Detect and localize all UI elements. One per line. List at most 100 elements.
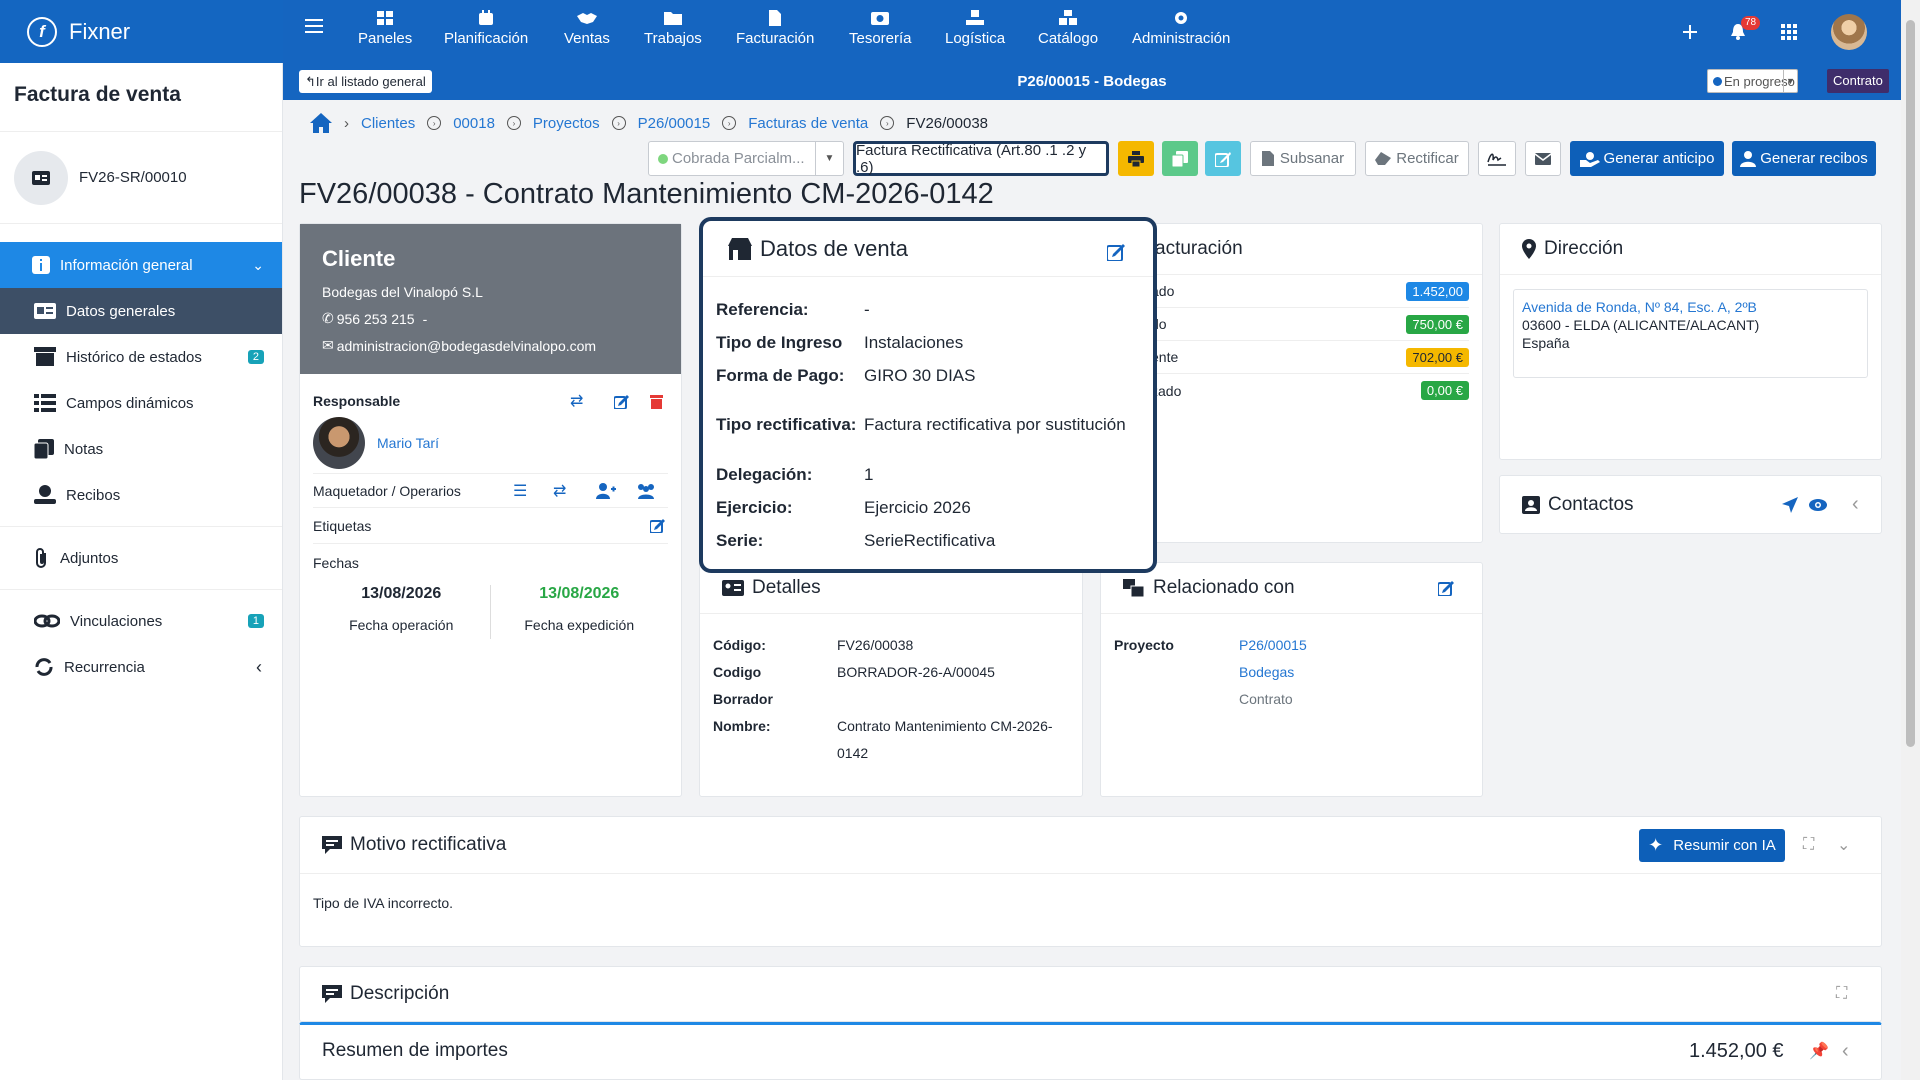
breadcrumb-clientes[interactable]: Clientes [361,115,415,132]
sidebar-item-label: Campos dinámicos [66,394,194,412]
nav-label: Paneles [358,30,413,47]
fechas-section: Fechas 13/08/2026 Fecha operación 13/08/… [313,543,668,639]
relacionado-project-link[interactable]: P26/00015 [1239,632,1307,659]
responsable-name[interactable]: Mario Tarí [377,435,439,451]
vinculaciones-count: 1 [247,614,264,628]
client-email[interactable]: administracion@bodegasdelvinalopo.com [337,338,596,354]
contact-book-icon [1522,495,1540,514]
nav-facturacion[interactable]: Facturación [736,10,814,47]
nav-label: Logística [945,30,1006,47]
breadcrumb-project[interactable]: P26/00015 [638,115,711,132]
brand[interactable]: f Fixner [0,0,283,63]
copy-button[interactable] [1162,141,1198,176]
signature-button[interactable] [1478,141,1516,176]
breadcrumb-separator-icon: › [880,116,895,130]
expand-icon[interactable]: ⛶ [1836,985,1847,1003]
sidebar-item-historico[interactable]: Histórico de estados 2 [0,334,282,380]
sidebar-item-recibos[interactable]: Recibos [0,472,282,518]
resumir-ia-button[interactable]: ✦ Resumir con IA [1639,829,1785,862]
menu-toggle-icon[interactable] [305,19,323,33]
edit-icon[interactable] [650,518,665,533]
top-navbar: f Fixner Paneles Planificación Ventas Tr… [0,0,1920,63]
invoice-type-button[interactable]: Factura Rectificativa (Art.80 .1 .2 y .6… [853,141,1109,176]
nav-label: Tesorería [849,30,912,47]
pin-icon[interactable]: 📌 [1809,1041,1829,1061]
sidebar-item-adjuntos[interactable]: Adjuntos [0,535,282,581]
user-avatar[interactable] [1831,0,1867,63]
datos-venta-row: Ejercicio: Ejercicio 2026 [716,491,1153,524]
datos-venta-value: - [864,299,870,319]
print-button[interactable] [1118,141,1154,176]
edit-icon[interactable] [1438,580,1454,596]
generar-anticipo-button[interactable]: Generar anticipo [1570,141,1724,176]
expand-icon[interactable]: ⛶ [1803,836,1814,854]
breadcrumb-client-code[interactable]: 00018 [453,115,495,132]
sidebar-item-datos-generales[interactable]: Datos generales [0,288,282,334]
email-button[interactable] [1525,141,1561,176]
sidebar-item-label: Recibos [66,486,121,504]
sidebar-item-notas[interactable]: Notas [0,426,282,472]
nav-administracion[interactable]: Administración [1132,10,1230,47]
edit-button[interactable] [1205,141,1241,176]
relacionado-client-link[interactable]: Bodegas [1239,659,1307,686]
sidebar-item-campos-dinamicos[interactable]: Campos dinámicos [0,380,282,426]
add-icon[interactable] [1682,0,1698,63]
users-icon[interactable] [636,483,656,499]
calendar-icon [479,10,494,25]
trash-icon[interactable] [650,394,663,409]
edit-icon[interactable] [614,394,629,409]
eye-icon[interactable] [1809,498,1827,511]
resumir-ia-label: Resumir con IA [1673,837,1776,854]
datos-venta-key: Tipo de Ingreso [716,332,843,352]
copy-icon [1172,150,1188,167]
notifications[interactable]: 78 [1730,0,1761,63]
nav-ventas[interactable]: Ventas [564,10,610,47]
print-icon [1128,150,1144,167]
detalles-row: Codigo Borrador BORRADOR-26-A/00045 [713,659,1082,713]
breadcrumb-facturas[interactable]: Facturas de venta [748,115,868,132]
reassign-icon[interactable]: ⇄ [553,481,566,501]
address-line1[interactable]: Avenida de Ronda, Nº 84, Esc. A, 2ºB [1522,298,1859,316]
list-icon[interactable]: ☰ [513,481,527,501]
send-icon[interactable] [1782,496,1798,513]
user-plus-icon[interactable] [596,482,616,499]
nav-planificacion[interactable]: Planificación [444,10,528,47]
home-icon[interactable] [310,113,332,133]
scrollbar[interactable] [1901,0,1920,1080]
status-label: Cobrada Parcialm... [672,150,805,167]
sidebar-item-recurrencia[interactable]: Recurrencia ‹ [0,644,282,690]
nav-tesoreria[interactable]: Tesorería [849,10,912,47]
chevron-down-icon[interactable]: ⌄ [1837,835,1850,855]
datos-venta-value: Instalaciones [864,332,964,352]
nav-paneles[interactable]: Paneles [358,10,412,47]
nav-catalogo[interactable]: Catálogo [1038,10,1098,47]
project-state-select[interactable]: En progreso ▼ [1707,69,1798,93]
scrollbar-thumb[interactable] [1906,20,1915,747]
descripcion-title: Descripción [350,983,450,1004]
folder-icon [663,12,682,25]
breadcrumb-proyectos[interactable]: Proyectos [533,115,600,132]
operarios-row: Maquetador / Operarios ☰ ⇄ [313,473,668,507]
chevron-left-icon[interactable]: ‹ [1852,493,1859,516]
fixner-logo-icon: f [27,16,57,47]
nav-trabajos[interactable]: Trabajos [644,10,702,47]
subsanar-button[interactable]: Subsanar [1250,141,1356,176]
detalles-value: Contrato Mantenimiento CM-2026- 0142 [837,713,1053,767]
datos-venta-header: Datos de venta [703,221,1153,277]
contactos-header: Contactos ‹ [1500,476,1881,533]
sidebar-item-vinculaciones[interactable]: Vinculaciones 1 [0,598,282,644]
client-phone[interactable]: 956 253 215 [337,311,415,327]
generar-recibos-button[interactable]: Generar recibos [1732,141,1876,176]
datos-venta-value: Factura rectificativa por sustitución [864,415,1126,434]
invoice-status-select[interactable]: Cobrada Parcialm... ▼ [648,141,844,176]
edit-icon[interactable] [1107,243,1125,261]
reassign-icon[interactable]: ⇄ [570,391,583,411]
nav-logistica[interactable]: Logística [945,10,1005,47]
chevron-left-icon[interactable]: ‹ [1842,1040,1849,1063]
sidebar-item-informacion-general[interactable]: Información general ⌄ [0,242,282,288]
apps-grid-icon[interactable] [1781,0,1797,63]
facturacion-row-value: 702,00 € [1406,347,1469,367]
sidebar-item-label: Adjuntos [60,549,119,567]
rectificar-button[interactable]: Rectificar [1365,141,1469,176]
caret-down-icon[interactable]: ▼ [815,142,843,175]
